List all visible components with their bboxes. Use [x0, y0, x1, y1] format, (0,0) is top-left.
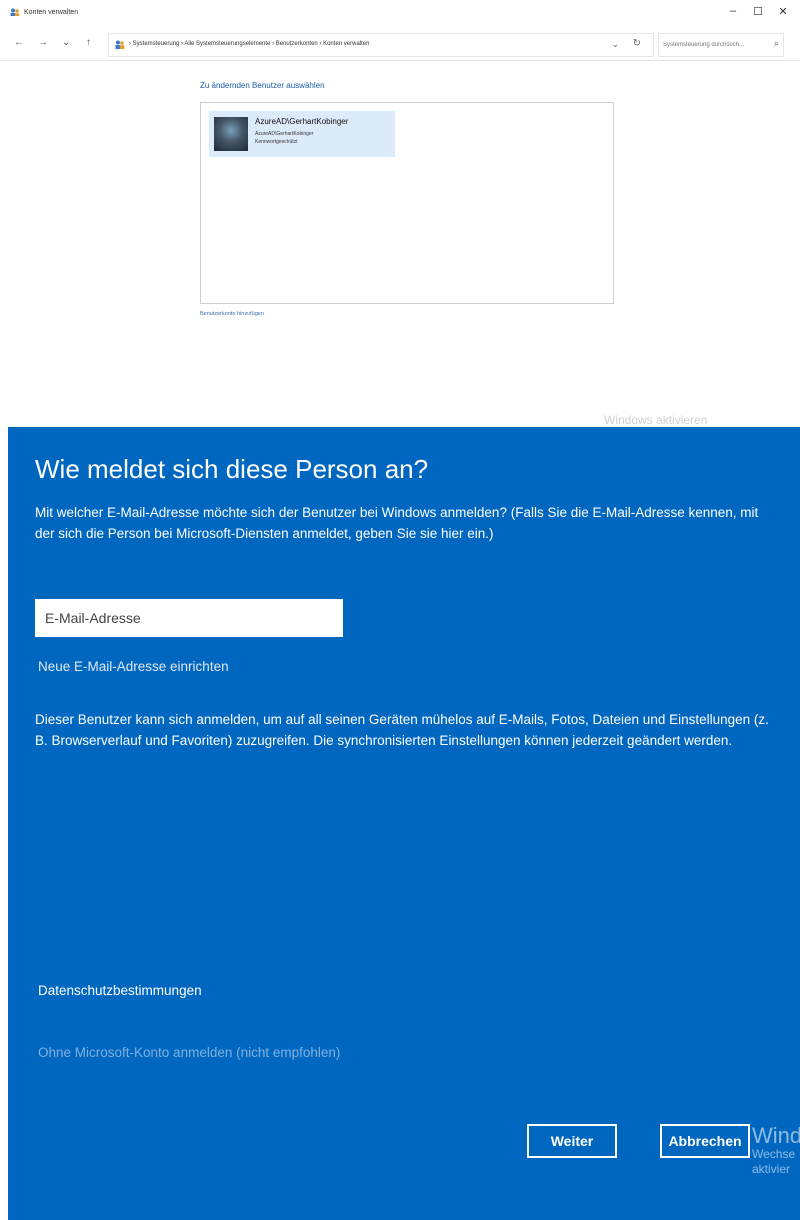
breadcrumb[interactable]: › Systemsteuerung › Alle Systemsteuerung…: [129, 41, 369, 47]
privacy-link[interactable]: Datenschutzbestimmungen: [38, 983, 202, 998]
chevron-down-icon[interactable]: ⌄: [611, 39, 619, 50]
dialog-description: Mit welcher E-Mail-Adresse möchte sich d…: [35, 505, 759, 541]
watermark-line-3: aktivier: [752, 1162, 791, 1176]
user-name: AzureAD\GerhartKobinger: [255, 117, 349, 126]
search-box[interactable]: ⌕: [658, 33, 784, 57]
email-field[interactable]: [35, 599, 343, 637]
control-panel-icon: [115, 40, 125, 49]
user-list: AzureAD\GerhartKobinger AzureAD\GerhartK…: [200, 102, 614, 304]
forward-arrow-icon[interactable]: →: [38, 37, 48, 48]
watermark-line-2: Wechse: [752, 1147, 796, 1161]
activation-watermark: Windows aktivieren: [604, 413, 708, 427]
cancel-button[interactable]: Abbrechen: [660, 1124, 750, 1158]
address-toolbar: ← → ⌄ ↑ › Systemsteuerung › Alle Systems…: [0, 30, 800, 61]
up-arrow-icon[interactable]: ↑: [86, 37, 91, 48]
users-app-icon: [10, 8, 20, 16]
activation-watermark-overlay: Wind Wechse aktivier: [752, 1125, 800, 1177]
avatar: [214, 117, 248, 151]
title-bar: Konten verwalten – ☐ ✕: [0, 0, 800, 30]
dialog-info-text: Dieser Benutzer kann sich anmelden, um a…: [35, 712, 769, 748]
refresh-icon[interactable]: ↻: [633, 38, 641, 49]
no-microsoft-account-link[interactable]: Ohne Microsoft-Konto anmelden (nicht emp…: [38, 1045, 340, 1060]
dialog-title: Wie meldet sich diese Person an?: [35, 454, 429, 484]
user-subtitle: AzureAD\GerhartKobinger: [255, 131, 314, 137]
address-bar[interactable]: › Systemsteuerung › Alle Systemsteuerung…: [108, 33, 654, 57]
window-title: Konten verwalten: [24, 9, 79, 16]
control-panel-window: Konten verwalten – ☐ ✕ ← → ⌄ ↑ › Systems…: [0, 0, 800, 427]
watermark-line-1: Wind: [752, 1123, 800, 1148]
user-item[interactable]: AzureAD\GerhartKobinger AzureAD\GerhartK…: [209, 111, 395, 157]
next-button[interactable]: Weiter: [527, 1124, 617, 1158]
back-arrow-icon[interactable]: ←: [14, 37, 24, 48]
user-status: Kennwortgeschützt: [255, 139, 298, 145]
microsoft-account-dialog: Wie meldet sich diese Person an? Mit wel…: [8, 427, 800, 1220]
recent-locations-icon[interactable]: ⌄: [62, 37, 70, 48]
new-email-link[interactable]: Neue E-Mail-Adresse einrichten: [38, 659, 229, 674]
search-icon[interactable]: ⌕: [774, 38, 779, 49]
add-account-link[interactable]: Benutzerkonto hinzufügen: [200, 311, 264, 317]
page-heading: Zu ändernden Benutzer auswählen: [200, 81, 325, 90]
search-input[interactable]: [663, 38, 763, 52]
close-button[interactable]: ✕: [768, 5, 798, 23]
